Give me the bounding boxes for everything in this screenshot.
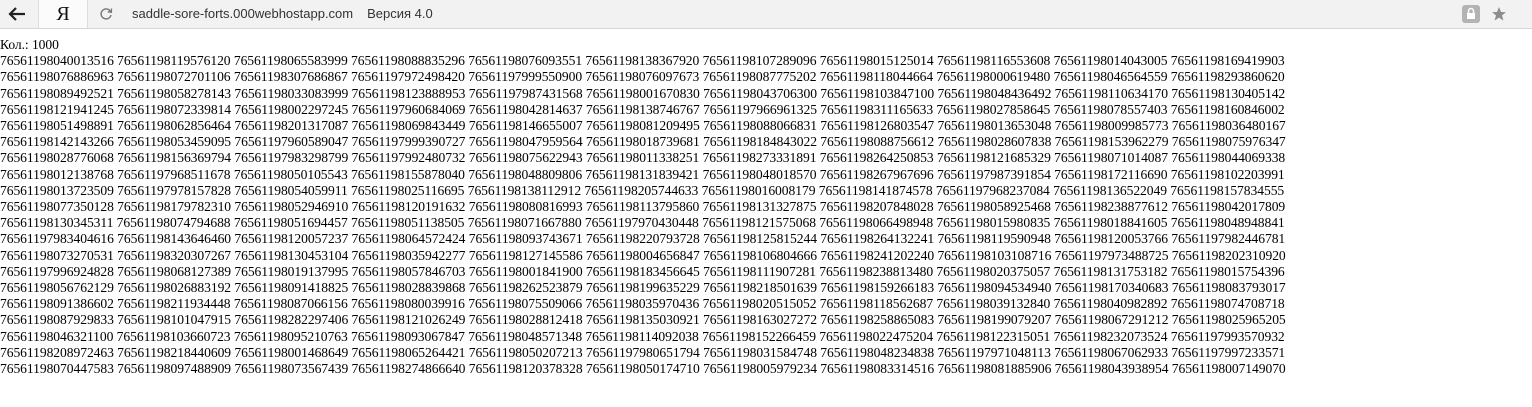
- yandex-logo-icon: Я: [56, 2, 70, 25]
- id-row: 76561197983404616 76561198143646460 7656…: [0, 231, 1286, 247]
- id-row: 76561198130345311 76561198074794688 7656…: [0, 215, 1285, 231]
- page-content: Кол.: 1000 76561198040013516 76561198119…: [0, 37, 1532, 377]
- protect-button[interactable]: [1460, 3, 1482, 25]
- id-row: 76561198070447583 76561198097488909 7656…: [0, 361, 1286, 377]
- lock-icon: [1462, 5, 1480, 23]
- id-row: 76561198028776068 76561198156369794 7656…: [0, 150, 1286, 166]
- id-row: 76561198091386602 76561198211934448 7656…: [0, 296, 1285, 312]
- browser-toolbar: Я saddle-sore-forts.000webhostapp.com Вер…: [0, 0, 1532, 29]
- star-icon: [1492, 7, 1506, 21]
- page-title: Версия 4.0: [367, 6, 433, 21]
- reload-icon: [100, 8, 113, 20]
- arrow-left-icon: [8, 7, 25, 21]
- id-row: 76561198121941245 76561198072339814 7656…: [0, 101, 1285, 117]
- id-row: 76561198051498891 76561198062856464 7656…: [0, 118, 1286, 134]
- id-row: 76561198142143266 76561198053459095 7656…: [0, 134, 1286, 150]
- id-row: 76561198208972463 76561198218440609 7656…: [0, 344, 1286, 360]
- back-button[interactable]: [0, 0, 34, 28]
- id-row: 76561198012138768 76561197968511678 7656…: [0, 166, 1285, 182]
- id-row: 76561198056762129 76561198026883192 7656…: [0, 280, 1286, 296]
- url-text: saddle-sore-forts.000webhostapp.com: [132, 6, 354, 21]
- bookmark-button[interactable]: [1488, 3, 1510, 25]
- id-row: 76561198087929833 76561198101047915 7656…: [0, 312, 1286, 328]
- id-row: 76561197996924828 76561198068127389 7656…: [0, 263, 1285, 279]
- id-row: 76561198077350128 76561198179782310 7656…: [0, 199, 1286, 215]
- id-row: 76561198089492521 76561198058278143 7656…: [0, 85, 1286, 101]
- id-row: 76561198076886963 76561198072701106 7656…: [0, 69, 1285, 85]
- id-row: 76561198013723509 76561197978157828 7656…: [0, 182, 1285, 198]
- count-label: Кол.: 1000: [0, 37, 59, 52]
- id-row: 76561198040013516 76561198119576120 7656…: [0, 53, 1285, 69]
- address-bar[interactable]: saddle-sore-forts.000webhostapp.com Верси…: [132, 0, 433, 28]
- id-row: 76561198046321100 76561198103660723 7656…: [0, 328, 1285, 344]
- id-row: 76561198073270531 76561198320307267 7656…: [0, 247, 1286, 263]
- reload-button[interactable]: [92, 0, 120, 28]
- yandex-tab-button[interactable]: Я: [38, 0, 88, 28]
